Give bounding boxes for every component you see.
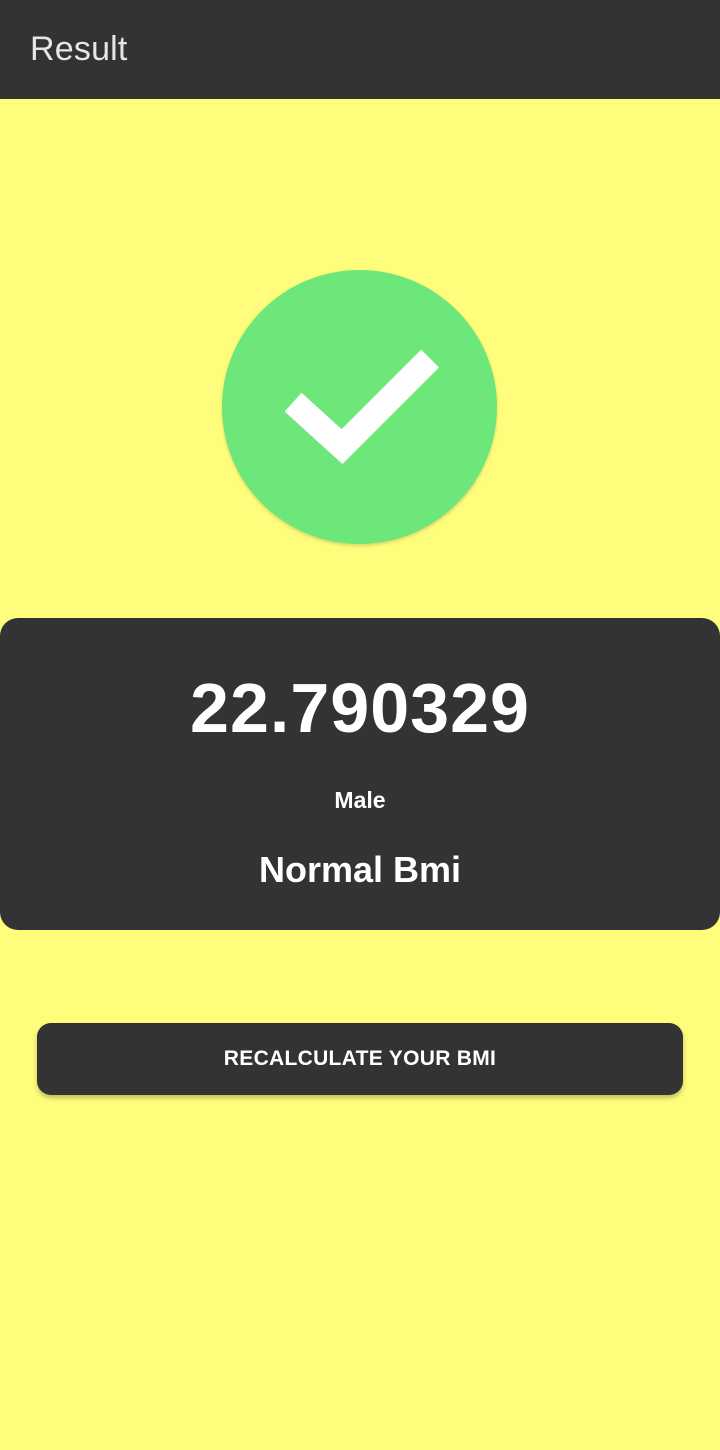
app-bar: Result <box>0 0 720 99</box>
result-card: 22.790329 Male Normal Bmi <box>0 618 720 930</box>
page-title: Result <box>30 30 128 68</box>
gender-label: Male <box>334 787 386 813</box>
check-mark-icon <box>284 349 439 465</box>
check-circle-icon <box>222 270 497 544</box>
bmi-category: Normal Bmi <box>258 849 462 890</box>
content-area: 22.790329 Male Normal Bmi RECALCULATE YO… <box>0 99 720 1450</box>
bmi-value: 22.790329 <box>190 669 530 747</box>
recalculate-button[interactable]: RECALCULATE YOUR BMI <box>37 1023 683 1095</box>
result-screen: Result 22.790329 Male Normal Bmi RECALCU… <box>0 0 720 1450</box>
